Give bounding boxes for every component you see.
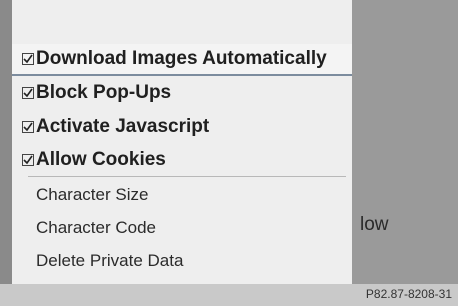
menu-item-delete-private-data[interactable]: Delete Private Data <box>12 246 352 276</box>
menu-divider <box>28 176 346 177</box>
menu-item-download-images[interactable]: Download Images Automatically <box>12 44 352 76</box>
figure-code: P82.87-8208-31 <box>365 287 452 301</box>
menu-item-label: Download Images Automatically <box>36 48 327 69</box>
menu-item-allow-cookies[interactable]: Allow Cookies <box>12 145 352 175</box>
menu-item-label: Character Size <box>36 185 149 204</box>
menu-item-label: Activate Javascript <box>36 116 210 137</box>
checkbox-checked-icon <box>22 121 34 133</box>
left-border-strip <box>0 0 12 284</box>
checkbox-checked-icon <box>22 87 34 99</box>
checkbox-checked-icon <box>22 154 34 166</box>
menu-item-character-code[interactable]: Character Code <box>12 213 352 243</box>
menu-item-character-size[interactable]: Character Size <box>12 180 352 210</box>
footer-bar: P82.87-8208-31 <box>0 284 458 306</box>
menu-item-block-popups[interactable]: Block Pop-Ups <box>12 78 352 108</box>
menu-item-label: Allow Cookies <box>36 149 166 170</box>
background-panel <box>352 0 458 284</box>
checkbox-checked-icon <box>22 53 34 65</box>
menu-item-label: Delete Private Data <box>36 251 184 270</box>
menu-item-activate-javascript[interactable]: Activate Javascript <box>12 112 352 142</box>
menu-item-label: Character Code <box>36 218 157 237</box>
options-menu: Download Images Automatically Block Pop-… <box>12 0 352 284</box>
menu-item-label: Block Pop-Ups <box>36 82 172 103</box>
background-window-text: low <box>360 214 389 235</box>
